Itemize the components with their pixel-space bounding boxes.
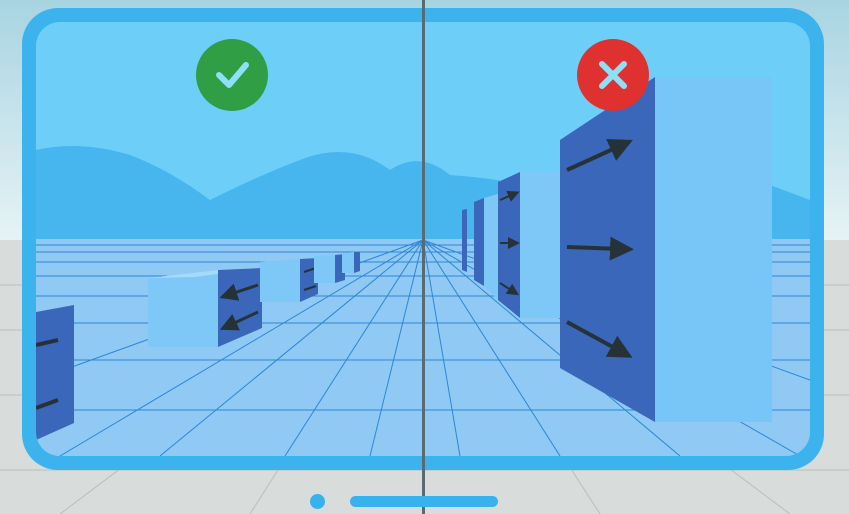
- pager-active-bar[interactable]: [350, 496, 498, 507]
- box-near-left: [36, 305, 74, 440]
- pager-dot[interactable]: [310, 494, 325, 509]
- box-1: [148, 268, 262, 347]
- box-3: [314, 254, 345, 283]
- box-2: [260, 258, 318, 302]
- box-4: [342, 252, 360, 273]
- correct-badge: [196, 39, 268, 111]
- box-big: [560, 77, 772, 422]
- comparison-divider: [422, 0, 425, 514]
- box-r3: [474, 198, 484, 286]
- box-r4: [462, 209, 467, 272]
- box-r2: [484, 194, 498, 300]
- box-r1: [498, 171, 562, 318]
- checkmark-icon: [216, 62, 249, 88]
- incorrect-badge: [577, 39, 649, 111]
- close-icon: [599, 61, 627, 89]
